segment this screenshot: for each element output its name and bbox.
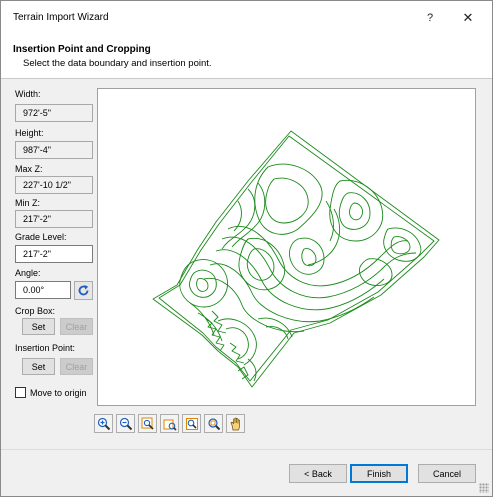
- zoom-fit-icon: [207, 417, 220, 430]
- page-title: Insertion Point and Cropping: [13, 44, 151, 55]
- resize-grip-icon[interactable]: [479, 483, 489, 493]
- footer-divider: [1, 449, 492, 450]
- zoom-previous-button[interactable]: [160, 414, 179, 433]
- terrain-contours: [152, 130, 440, 388]
- grade-level-label: Grade Level:: [15, 232, 67, 242]
- cancel-button[interactable]: Cancel: [418, 464, 476, 483]
- width-label: Width:: [15, 89, 41, 99]
- move-to-origin-checkbox[interactable]: [15, 387, 26, 398]
- height-field: 987'-4": [15, 141, 93, 159]
- page-subtitle: Select the data boundary and insertion p…: [23, 58, 212, 69]
- zoom-fit-button[interactable]: [204, 414, 223, 433]
- pan-button[interactable]: [226, 414, 245, 433]
- width-field: 972'-5": [15, 104, 93, 122]
- finish-button[interactable]: Finish: [350, 464, 408, 483]
- pan-hand-icon: [230, 417, 240, 430]
- terrain-import-wizard-window: Terrain Import Wizard ? ✕ Insertion Poin…: [0, 0, 493, 497]
- terrain-preview[interactable]: [97, 88, 476, 406]
- back-button[interactable]: < Back: [289, 464, 347, 483]
- zoom-window-icon: [141, 417, 154, 430]
- preview-toolbar: [94, 414, 248, 433]
- zoom-extents-button[interactable]: [182, 414, 201, 433]
- crop-box-clear-button[interactable]: Clear: [60, 318, 93, 335]
- zoom-in-icon: [97, 417, 110, 430]
- refresh-icon: [78, 285, 89, 296]
- max-z-label: Max Z:: [15, 164, 43, 174]
- angle-input[interactable]: 0.00°: [15, 281, 71, 299]
- max-z-field: 227'-10 1/2": [15, 176, 93, 194]
- insertion-point-label: Insertion Point:: [15, 343, 76, 353]
- wizard-header: Insertion Point and Cropping Select the …: [1, 35, 492, 79]
- insertion-point-set-button[interactable]: Set: [22, 358, 55, 375]
- zoom-window-button[interactable]: [138, 414, 157, 433]
- grade-level-input[interactable]: 217'-2": [15, 245, 93, 263]
- insertion-point-clear-button[interactable]: Clear: [60, 358, 93, 375]
- crop-box-label: Crop Box:: [15, 306, 56, 316]
- angle-label: Angle:: [15, 268, 41, 278]
- move-to-origin-row[interactable]: Move to origin: [15, 387, 87, 398]
- title-bar: Terrain Import Wizard ? ✕: [1, 1, 492, 35]
- move-to-origin-label: Move to origin: [30, 387, 87, 398]
- crop-box-set-button[interactable]: Set: [22, 318, 55, 335]
- min-z-field: 217'-2": [15, 210, 93, 228]
- min-z-label: Min Z:: [15, 198, 41, 208]
- zoom-previous-icon: [163, 419, 177, 431]
- zoom-extents-icon: [185, 417, 198, 430]
- zoom-out-button[interactable]: [116, 414, 135, 433]
- reset-angle-button[interactable]: [74, 281, 93, 300]
- zoom-out-icon: [119, 417, 132, 430]
- close-button[interactable]: ✕: [453, 7, 483, 29]
- zoom-in-button[interactable]: [94, 414, 113, 433]
- help-button[interactable]: ?: [415, 7, 445, 29]
- window-title: Terrain Import Wizard: [13, 12, 109, 23]
- height-label: Height:: [15, 128, 44, 138]
